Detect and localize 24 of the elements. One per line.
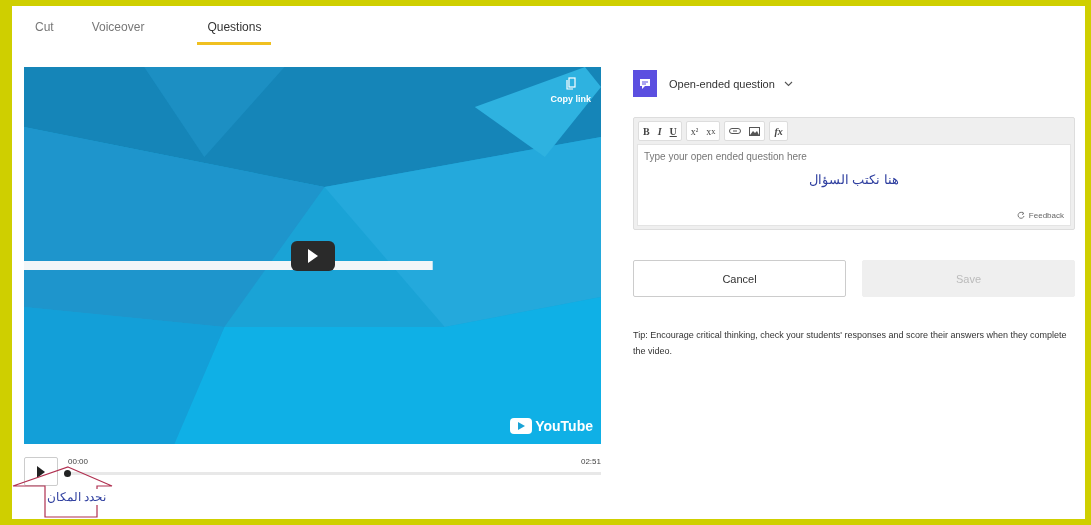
format-button[interactable]: I [653, 122, 666, 140]
annotation-text: هنا نكتب السؤال [807, 172, 901, 187]
feedback-button[interactable]: Feedback [1016, 211, 1064, 220]
play-button[interactable] [24, 457, 58, 486]
refresh-icon [1016, 211, 1025, 220]
copy-icon [565, 77, 576, 90]
play-button[interactable] [291, 241, 335, 271]
play-icon [307, 249, 319, 263]
format-button[interactable]: fx [770, 122, 787, 140]
current-time: 00:00 [68, 457, 89, 468]
tab[interactable]: Questions [197, 20, 272, 45]
chevron-down-icon [783, 80, 793, 87]
annotation-text: نحدد المكان [47, 489, 107, 505]
duration-time: 02:51 [580, 457, 601, 468]
tip-text: Tip: Encourage critical thinking, check your students' responses and score their answers when they complete the video. [633, 329, 1068, 358]
question-type-dropdown[interactable]: Open-ended question [669, 77, 793, 90]
play-icon [36, 465, 46, 478]
action-button[interactable]: Cancel [633, 260, 846, 297]
timeline-handle[interactable] [64, 470, 71, 477]
format-button[interactable]: B [639, 122, 654, 140]
comment-icon [633, 70, 657, 97]
format-button[interactable]: U [665, 122, 681, 140]
tab[interactable]: Voiceover [91, 20, 145, 45]
tab[interactable]: Cut [35, 20, 54, 45]
